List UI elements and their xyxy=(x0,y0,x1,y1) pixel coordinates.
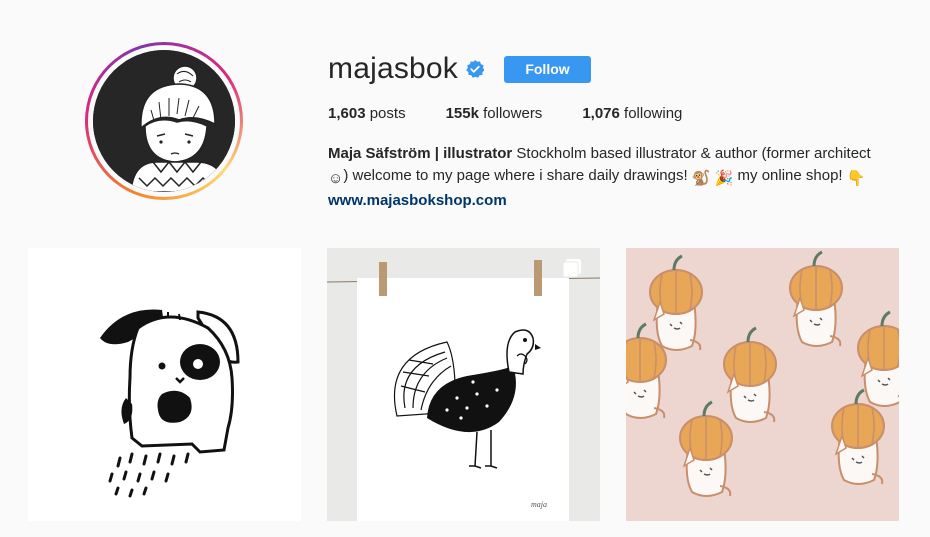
posts-stat: 1,603 posts xyxy=(328,105,406,122)
follow-button[interactable]: Follow xyxy=(504,55,591,83)
posts-count: 1,603 xyxy=(328,105,366,122)
post-tile[interactable] xyxy=(626,248,899,521)
profile-avatar-ring[interactable] xyxy=(85,42,243,200)
followers-count: 155k xyxy=(445,105,479,122)
profile-bio: Maja Säfström | illustrator Stockholm ba… xyxy=(328,143,888,212)
multiple-images-icon xyxy=(562,259,581,278)
website-link[interactable]: www.majasbokshop.com xyxy=(328,190,888,212)
followers-label: followers xyxy=(483,105,543,122)
profile-header: majasbok Follow xyxy=(328,52,591,86)
monkey-emoji: 🐒 xyxy=(691,170,711,187)
following-label: following xyxy=(624,105,683,122)
signature: maja xyxy=(531,500,547,509)
pointing-down-emoji: 👇 xyxy=(846,170,866,187)
post-tile[interactable] xyxy=(28,248,301,521)
bio-text: my online shop! xyxy=(733,167,847,184)
following-count: 1,076 xyxy=(582,105,620,122)
bunny-illustration xyxy=(28,248,301,521)
followers-link[interactable]: 155k followers xyxy=(446,105,543,122)
full-name: Maja Säfström | illustrator xyxy=(328,145,513,162)
bio-text: ) welcome to my page where i share daily… xyxy=(343,167,692,184)
avatar xyxy=(93,50,235,192)
profile-stats: 1,603 posts 155k followers 1,076 followi… xyxy=(328,105,722,122)
verified-badge-icon xyxy=(466,60,484,78)
girl-portrait-illustration xyxy=(93,50,235,192)
bio-text: Stockholm based illustrator & author (fo… xyxy=(512,145,871,162)
smiling-face-emoji: ☺ xyxy=(328,170,344,187)
following-link[interactable]: 1,076 following xyxy=(582,105,682,122)
party-popper-emoji: 🎉 xyxy=(714,170,734,187)
pumpkin-cat-pins-photo xyxy=(626,248,899,521)
posts-label: posts xyxy=(369,105,406,122)
post-tile[interactable]: maja xyxy=(327,248,600,521)
turkey-illustration-print: maja xyxy=(327,248,600,521)
username: majasbok xyxy=(328,52,458,85)
